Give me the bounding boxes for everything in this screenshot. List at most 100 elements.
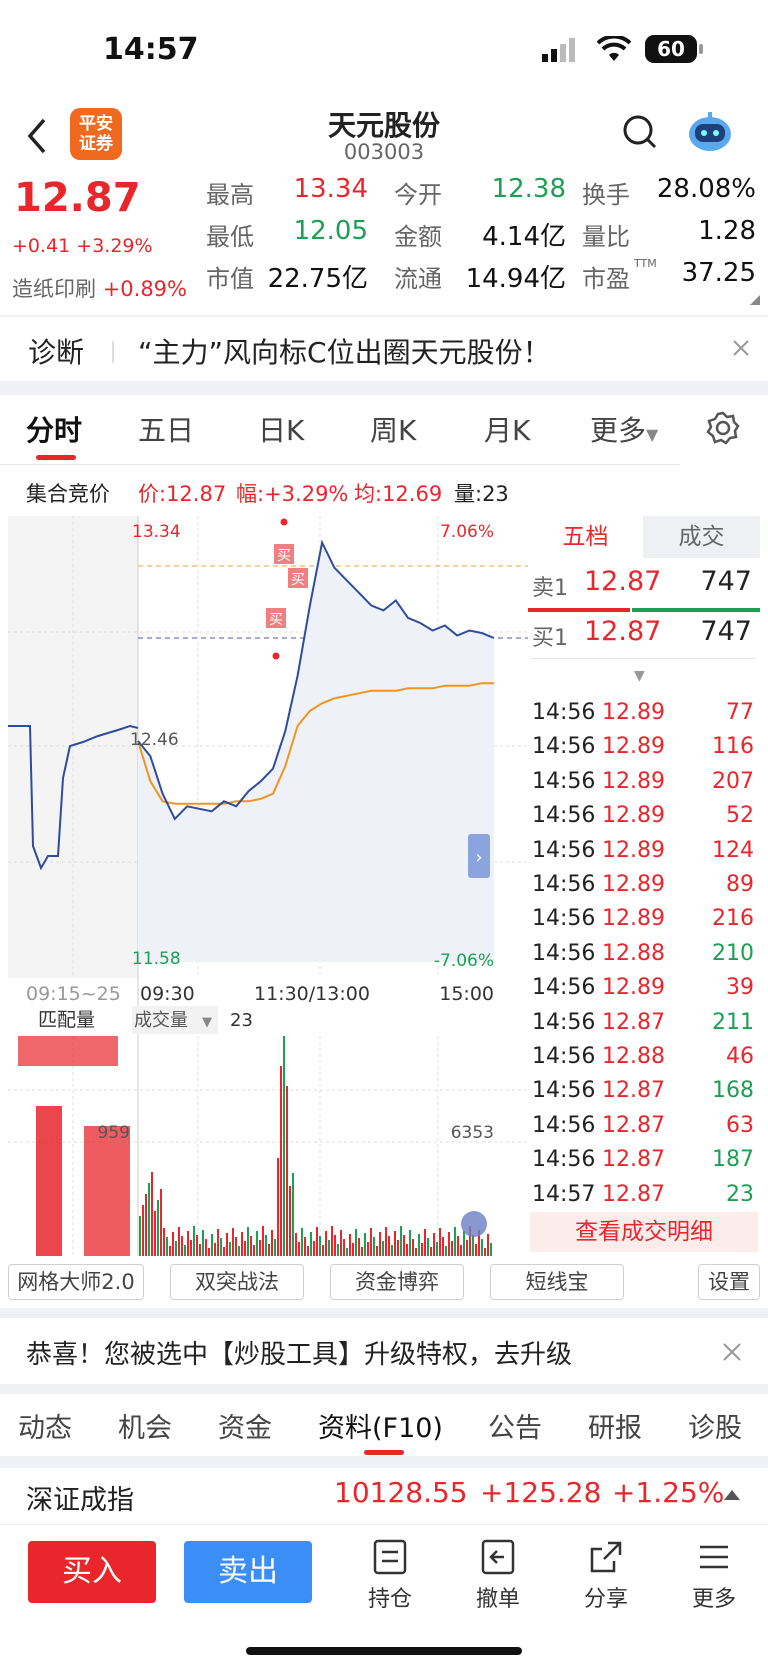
chart-tabs: 分时 五日 日K 周K 月K 更多▼ — [0, 395, 768, 465]
promo-banner[interactable]: 恭喜！您被选中【炒股工具】升级特权，去升级 — [0, 1318, 768, 1384]
search-icon[interactable] — [622, 114, 658, 154]
volume-bar — [481, 1239, 483, 1256]
holdings-label: 持仓 — [367, 1587, 412, 1612]
tab-research[interactable]: 研报 — [588, 1406, 642, 1445]
tab-daily-k[interactable]: 日K — [258, 409, 304, 449]
more-button[interactable]: 更多 — [674, 1539, 754, 1613]
buy-button[interactable]: 买入 — [28, 1541, 156, 1603]
stat-label: 市值 — [206, 265, 254, 293]
tool-double-breakout[interactable]: 双突战法 — [170, 1264, 304, 1300]
buy-marker: 买 — [288, 568, 308, 588]
tab-opportunity[interactable]: 机会 — [118, 1406, 172, 1445]
fullscreen-icon[interactable] — [461, 1211, 487, 1237]
volume-bar — [226, 1233, 228, 1256]
stat-label: 金额 — [394, 223, 442, 251]
volume-bar — [142, 1205, 144, 1256]
diagnosis-banner[interactable]: 诊断 “主力”风向标C位出圈天元股份！ — [0, 317, 768, 381]
volume-bar — [313, 1241, 315, 1256]
tab-funds[interactable]: 资金 — [218, 1406, 272, 1445]
trade-time: 14:56 — [532, 734, 596, 760]
holdings-button[interactable]: 持仓 — [350, 1539, 430, 1613]
time-auction: 09:15~25 — [26, 983, 121, 1005]
sector-name: 造纸印刷 — [12, 277, 96, 301]
trade-price: 12.89 — [602, 872, 665, 897]
tab-intraday[interactable]: 分时 — [26, 409, 82, 449]
promo-text: 恭喜！您被选中【炒股工具】升级特权，去升级 — [26, 1340, 573, 1370]
trade-price: 12.89 — [602, 975, 665, 1001]
trade-row: 14:56 12.87 187 — [532, 1147, 756, 1179]
volume-bar — [445, 1246, 447, 1256]
trade-price: 12.89 — [602, 803, 665, 829]
volume-bar — [193, 1226, 195, 1256]
volume-bar — [160, 1189, 162, 1256]
stat-value: 28.08% — [656, 174, 756, 204]
trade-row: 14:57 12.87 23 — [532, 1182, 756, 1214]
tool-capital-game[interactable]: 资金博弈 — [330, 1264, 464, 1300]
stat-label: 最高 — [206, 181, 254, 209]
volume-bar — [232, 1228, 234, 1256]
expand-corner-icon[interactable] — [750, 295, 760, 305]
price-change: +0.41 — [12, 235, 71, 257]
price-change-pct: +3.29% — [76, 235, 153, 257]
sector-row[interactable]: 造纸印刷 +0.89% — [12, 273, 187, 303]
collapse-caret-icon[interactable]: ▼ — [634, 668, 645, 684]
stat-value: 12.38 — [491, 174, 566, 204]
cancel-order-button[interactable]: 撤单 — [458, 1539, 538, 1613]
tab-monthly-k[interactable]: 月K — [484, 409, 530, 449]
trade-volume: 210 — [712, 940, 754, 966]
tool-short-line[interactable]: 短线宝 — [490, 1264, 624, 1300]
settings-gear-icon[interactable] — [706, 411, 740, 449]
volume-bar — [244, 1241, 246, 1256]
time-close: 15:00 — [439, 983, 494, 1005]
robot-assistant-icon[interactable] — [686, 110, 734, 158]
tab-weekly-k[interactable]: 周K — [370, 409, 416, 449]
tool-grid-master[interactable]: 网格大师2.0 — [8, 1264, 144, 1300]
index-pct: +1.25% — [612, 1476, 725, 1509]
close-icon[interactable] — [722, 1342, 742, 1366]
tab-news[interactable]: 动态 — [18, 1406, 72, 1445]
volume-bar — [298, 1242, 300, 1256]
trade-time: 14:56 — [532, 1078, 596, 1104]
divider — [0, 1456, 768, 1468]
tab-f10[interactable]: 资料(F10) — [318, 1406, 443, 1445]
sell-button[interactable]: 卖出 — [184, 1541, 312, 1603]
volume-bar — [274, 1239, 276, 1256]
index-bar[interactable]: 深证成指 10128.55 +125.28 +1.25% — [0, 1468, 768, 1525]
trade-price: 12.89 — [602, 906, 665, 932]
tab-diagnose[interactable]: 诊股 — [688, 1406, 742, 1445]
volume-bar — [166, 1237, 168, 1256]
buy-1-row[interactable]: 买1 12.87 747 — [530, 616, 756, 660]
tool-settings[interactable]: 设置 — [698, 1264, 760, 1300]
volume-bar — [388, 1236, 390, 1256]
intraday-chart[interactable]: 13.34 12.46 11.58 7.06% -7.06% 09:15~25 … — [8, 516, 528, 1256]
tab-more[interactable]: 更多▼ — [590, 409, 658, 449]
view-trade-detail-button[interactable]: 查看成交明细 — [530, 1212, 758, 1252]
svg-text:买: 买 — [269, 612, 283, 628]
volume-bar — [385, 1227, 387, 1256]
close-icon[interactable] — [732, 339, 750, 361]
tab-order-book[interactable]: 五档 — [528, 516, 643, 558]
info-tabs: 动态 机会 资金 资料(F10) 公告 研报 诊股 — [0, 1394, 768, 1456]
stat-value: 4.14亿 — [482, 222, 566, 252]
volume-bar — [400, 1226, 402, 1256]
sell-1-row[interactable]: 卖1 12.87 747 — [530, 566, 756, 610]
volume-bar — [391, 1245, 393, 1256]
buy-point — [272, 652, 280, 660]
volume-bar — [373, 1237, 375, 1256]
volume-bar — [148, 1183, 150, 1256]
volume-bar — [229, 1242, 231, 1256]
axis-pct-high: 7.06% — [440, 522, 494, 542]
trade-row: 14:56 12.87 63 — [532, 1113, 756, 1145]
tab-trades[interactable]: 成交 — [643, 516, 760, 558]
expand-up-icon[interactable] — [724, 1490, 740, 1500]
tab-five-day[interactable]: 五日 — [138, 409, 194, 449]
stat-label: 换手 — [582, 181, 630, 209]
volume-bar — [292, 1173, 294, 1256]
high-point — [280, 518, 288, 526]
trade-price: 12.88 — [602, 940, 665, 966]
volume-bar — [310, 1232, 312, 1256]
time-mid: 11:30/13:00 — [254, 983, 370, 1005]
buy-marker: 买 — [266, 608, 286, 628]
share-button[interactable]: 分享 — [566, 1539, 646, 1613]
tab-announcement[interactable]: 公告 — [488, 1406, 542, 1445]
